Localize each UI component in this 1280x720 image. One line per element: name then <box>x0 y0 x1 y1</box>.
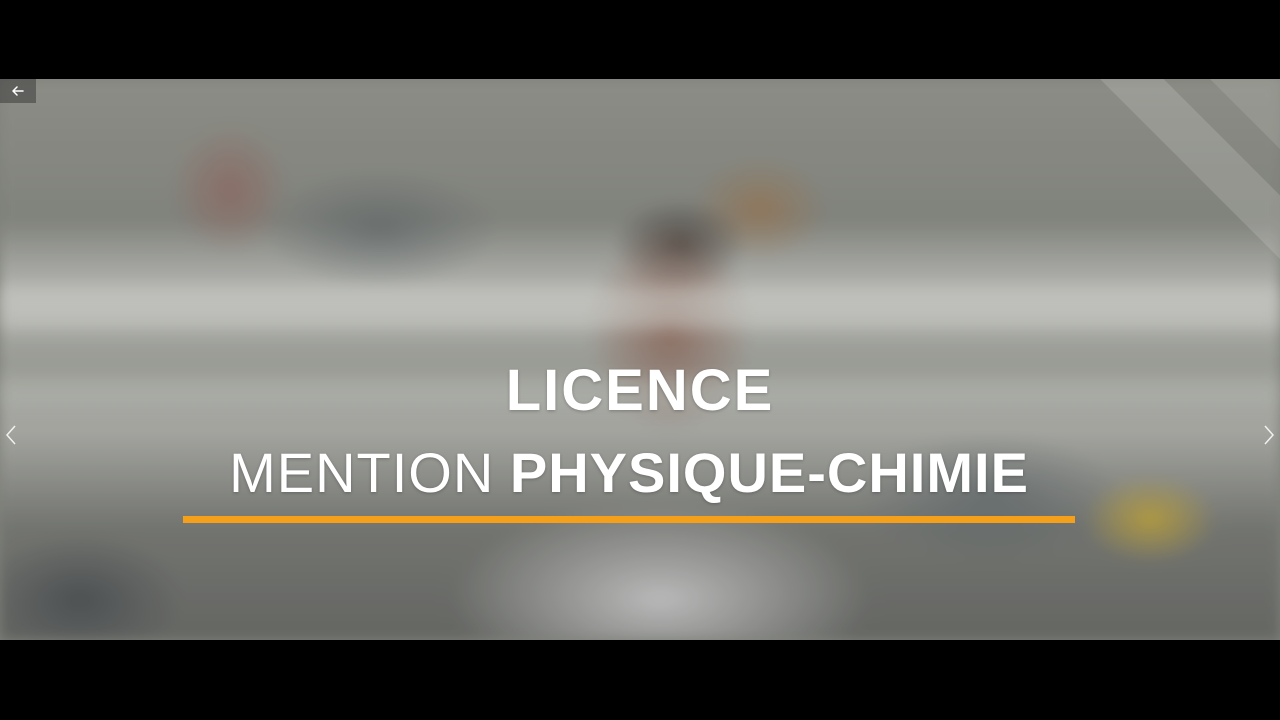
chevron-left-icon <box>5 425 16 445</box>
title-card: LICENCE MENTION PHYSIQUE-CHIMIE <box>0 79 1280 640</box>
back-button[interactable] <box>0 79 36 103</box>
arrow-left-icon <box>12 86 24 96</box>
title-mention-bold: PHYSIQUE-CHIMIE <box>509 441 1029 504</box>
next-slide-button[interactable] <box>1262 424 1276 446</box>
title-mention: MENTION PHYSIQUE-CHIMIE <box>183 445 1075 501</box>
video-player: LICENCE MENTION PHYSIQUE-CHIMIE <box>0 0 1280 720</box>
previous-slide-button[interactable] <box>4 424 18 446</box>
letterbox-top <box>0 0 1280 79</box>
title-licence: LICENCE <box>505 358 775 423</box>
title-mention-light: MENTION <box>229 441 495 504</box>
title-underline <box>183 516 1075 523</box>
letterbox-bottom <box>0 640 1280 720</box>
chevron-right-icon <box>1264 425 1275 445</box>
